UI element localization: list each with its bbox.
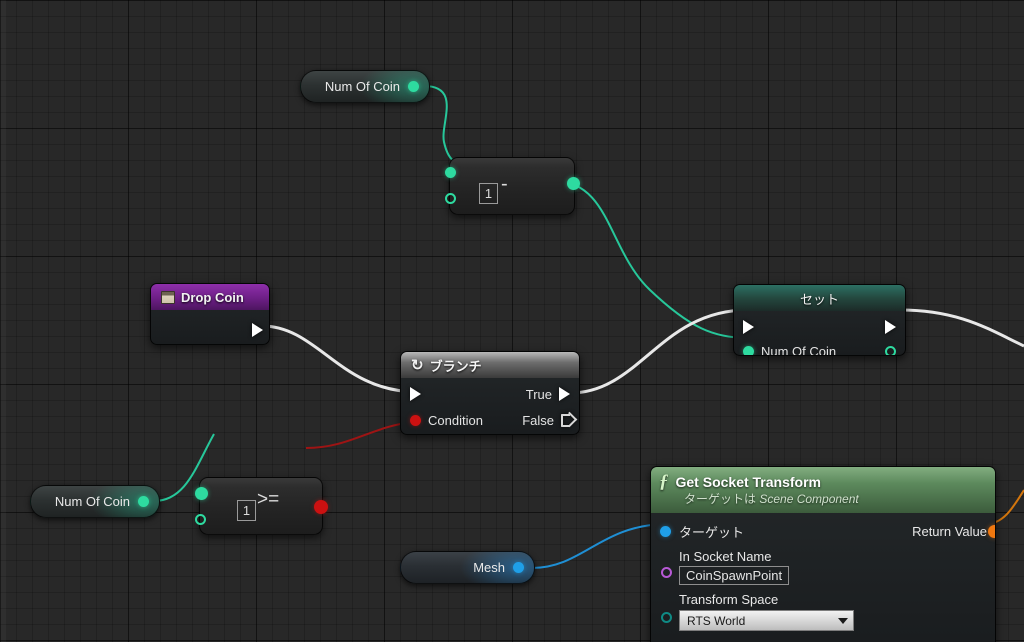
node-get-socket-transform[interactable]: ƒ Get Socket Transform ターゲットは Scene Comp… [650, 466, 996, 642]
input-exec-pin[interactable] [743, 320, 754, 334]
node-body: True Condition False [401, 378, 579, 434]
input-pin-socket-name[interactable] [661, 567, 672, 578]
input-pin-b[interactable] [195, 514, 206, 525]
operand-value-field[interactable]: 1 [479, 183, 498, 204]
target-label: ターゲット [679, 524, 745, 540]
node-title: Drop Coin [181, 289, 244, 305]
node-body: Num Of Coin [734, 311, 905, 356]
transform-space-dropdown[interactable]: RTS World [679, 610, 854, 631]
output-pin-result[interactable] [567, 177, 580, 190]
output-pin-result[interactable] [314, 500, 328, 514]
input-pin-a[interactable] [195, 487, 208, 500]
output-exec-pin[interactable] [885, 320, 896, 334]
operator-symbol: >= [257, 489, 280, 510]
socket-name-input[interactable]: CoinSpawnPoint [679, 566, 790, 585]
node-header: ↺ ブランチ [401, 352, 579, 378]
return-value-label: Return Value [912, 523, 987, 539]
component-label: Mesh [473, 560, 505, 575]
variable-label: Num Of Coin [324, 79, 400, 94]
node-subtitle-prefix: ターゲットは [684, 492, 760, 506]
node-subtitle-target: Scene Component [759, 492, 859, 506]
input-pin-condition[interactable] [410, 414, 421, 426]
output-pin-return-value[interactable] [988, 525, 995, 538]
node-title: Get Socket Transform [675, 473, 822, 490]
false-label: False [522, 412, 554, 428]
input-pin-value[interactable] [743, 345, 754, 355]
output-exec-pin[interactable] [252, 323, 263, 337]
output-pin-integer[interactable] [138, 496, 149, 507]
node-subtract[interactable]: 1 - [445, 157, 580, 215]
chevron-down-icon[interactable] [838, 617, 848, 624]
true-label: True [525, 386, 552, 402]
output-pin-object[interactable] [513, 562, 524, 573]
node-drop-coin-event[interactable]: Drop Coin [150, 283, 270, 345]
operand-value-field[interactable]: 1 [237, 500, 256, 521]
output-exec-true[interactable] [559, 387, 570, 401]
node-header: ƒ Get Socket Transform ターゲットは Scene Comp… [651, 467, 995, 513]
variable-label: Num Of Coin [761, 343, 837, 356]
node-title: セット [799, 291, 839, 307]
node-body [151, 310, 269, 344]
node-num-of-coin-get-bottom[interactable]: Num Of Coin [30, 485, 160, 518]
node-mesh-get[interactable]: Mesh [400, 551, 535, 584]
input-pin-transform-space[interactable] [661, 612, 672, 623]
output-exec-false[interactable] [561, 413, 570, 427]
output-pin-value[interactable] [885, 345, 896, 355]
variable-label: Num Of Coin [54, 494, 130, 509]
socket-name-label: In Socket Name [679, 549, 772, 564]
node-body: ターゲット Return Value In Socket Name CoinSp… [651, 513, 995, 641]
node-header: セット [734, 285, 905, 311]
node-num-of-coin-get-top[interactable]: Num Of Coin [300, 70, 430, 103]
condition-label: Condition [428, 412, 483, 428]
input-pin-b[interactable] [445, 193, 456, 204]
node-subtitle: ターゲットは Scene Component [684, 490, 985, 507]
node-branch[interactable]: ↺ ブランチ True Condition False [400, 351, 580, 435]
function-icon: ƒ [659, 471, 669, 492]
node-title: ブランチ [429, 358, 482, 374]
blueprint-graph-canvas[interactable]: Num Of Coin 1 - Drop Coin ↺ ブランチ True Co… [0, 0, 1024, 642]
output-pin-integer[interactable] [408, 81, 419, 92]
event-icon [161, 290, 175, 304]
input-pin-target[interactable] [660, 525, 671, 537]
node-set-num-of-coin[interactable]: セット Num Of Coin [733, 284, 906, 356]
transform-space-selected-value: RTS World [687, 613, 746, 628]
transform-space-label: Transform Space [679, 592, 779, 607]
input-pin-a[interactable] [445, 167, 456, 178]
operator-symbol: - [501, 173, 508, 195]
input-exec-pin[interactable] [410, 387, 421, 401]
branch-icon: ↺ [411, 356, 424, 374]
node-greater-equal[interactable]: 1 >= [195, 477, 328, 535]
node-header: Drop Coin [151, 284, 269, 310]
